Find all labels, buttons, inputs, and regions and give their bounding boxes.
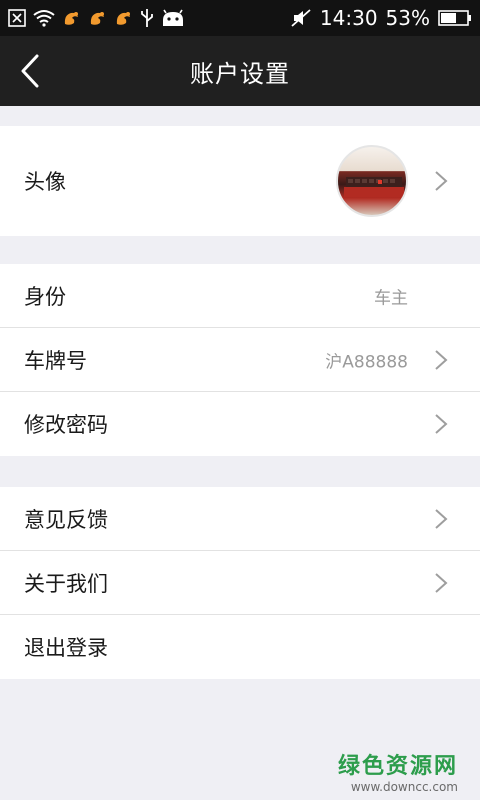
- app-header: 账户设置: [0, 36, 480, 106]
- watermark: 绿色资源网 www.downcc.com: [338, 748, 458, 794]
- battery-icon: [438, 9, 472, 27]
- chevron-right-icon: [435, 572, 448, 593]
- account-info-group: 身份 车主 车牌号 沪A88888 修改密码: [0, 264, 480, 456]
- notification-icon: [8, 9, 26, 27]
- watermark-url: www.downcc.com: [350, 780, 458, 794]
- plate-number-value: 沪A88888: [325, 352, 408, 372]
- plate-number-row[interactable]: 车牌号 沪A88888: [0, 328, 480, 392]
- identity-row: 身份 车主: [0, 264, 480, 328]
- logout-row[interactable]: 退出登录: [0, 615, 480, 679]
- avatar: [336, 145, 408, 217]
- chevron-right-icon: [435, 349, 448, 370]
- status-time: 14:30: [319, 6, 378, 30]
- wifi-icon: [32, 9, 56, 27]
- misc-group: 意见反馈 关于我们 退出登录: [0, 487, 480, 679]
- chevron-right-icon: [435, 414, 448, 434]
- chevron-right-icon: [435, 171, 448, 191]
- row-label: 车牌号: [24, 348, 87, 373]
- status-bar: 14:30 53%: [0, 0, 480, 36]
- battery-percent: 53%: [385, 6, 430, 30]
- mute-icon: [290, 8, 312, 28]
- identity-value: 车主: [374, 288, 408, 308]
- app-squirrel-icon: [62, 9, 82, 27]
- about-us-row[interactable]: 关于我们: [0, 551, 480, 615]
- status-icons-right: 14:30 53%: [290, 6, 472, 30]
- page-title: 账户设置: [190, 59, 290, 88]
- android-icon: [160, 9, 186, 27]
- usb-icon: [140, 8, 154, 28]
- avatar-group: 头像: [0, 126, 480, 236]
- app-squirrel-icon: [88, 9, 108, 27]
- row-label: 关于我们: [24, 571, 108, 596]
- row-label: 修改密码: [24, 413, 108, 437]
- row-label: 身份: [24, 284, 66, 309]
- watermark-name: 绿色资源网: [337, 754, 458, 779]
- row-label: 意见反馈: [24, 507, 108, 532]
- app-squirrel-icon: [114, 9, 134, 27]
- chevron-right-icon: [435, 508, 448, 529]
- row-label: 头像: [24, 170, 66, 194]
- status-icons-left: [8, 8, 186, 28]
- feedback-row[interactable]: 意见反馈: [0, 487, 480, 551]
- avatar-row[interactable]: 头像: [0, 126, 480, 236]
- row-label: 退出登录: [24, 636, 108, 660]
- change-password-row[interactable]: 修改密码: [0, 392, 480, 456]
